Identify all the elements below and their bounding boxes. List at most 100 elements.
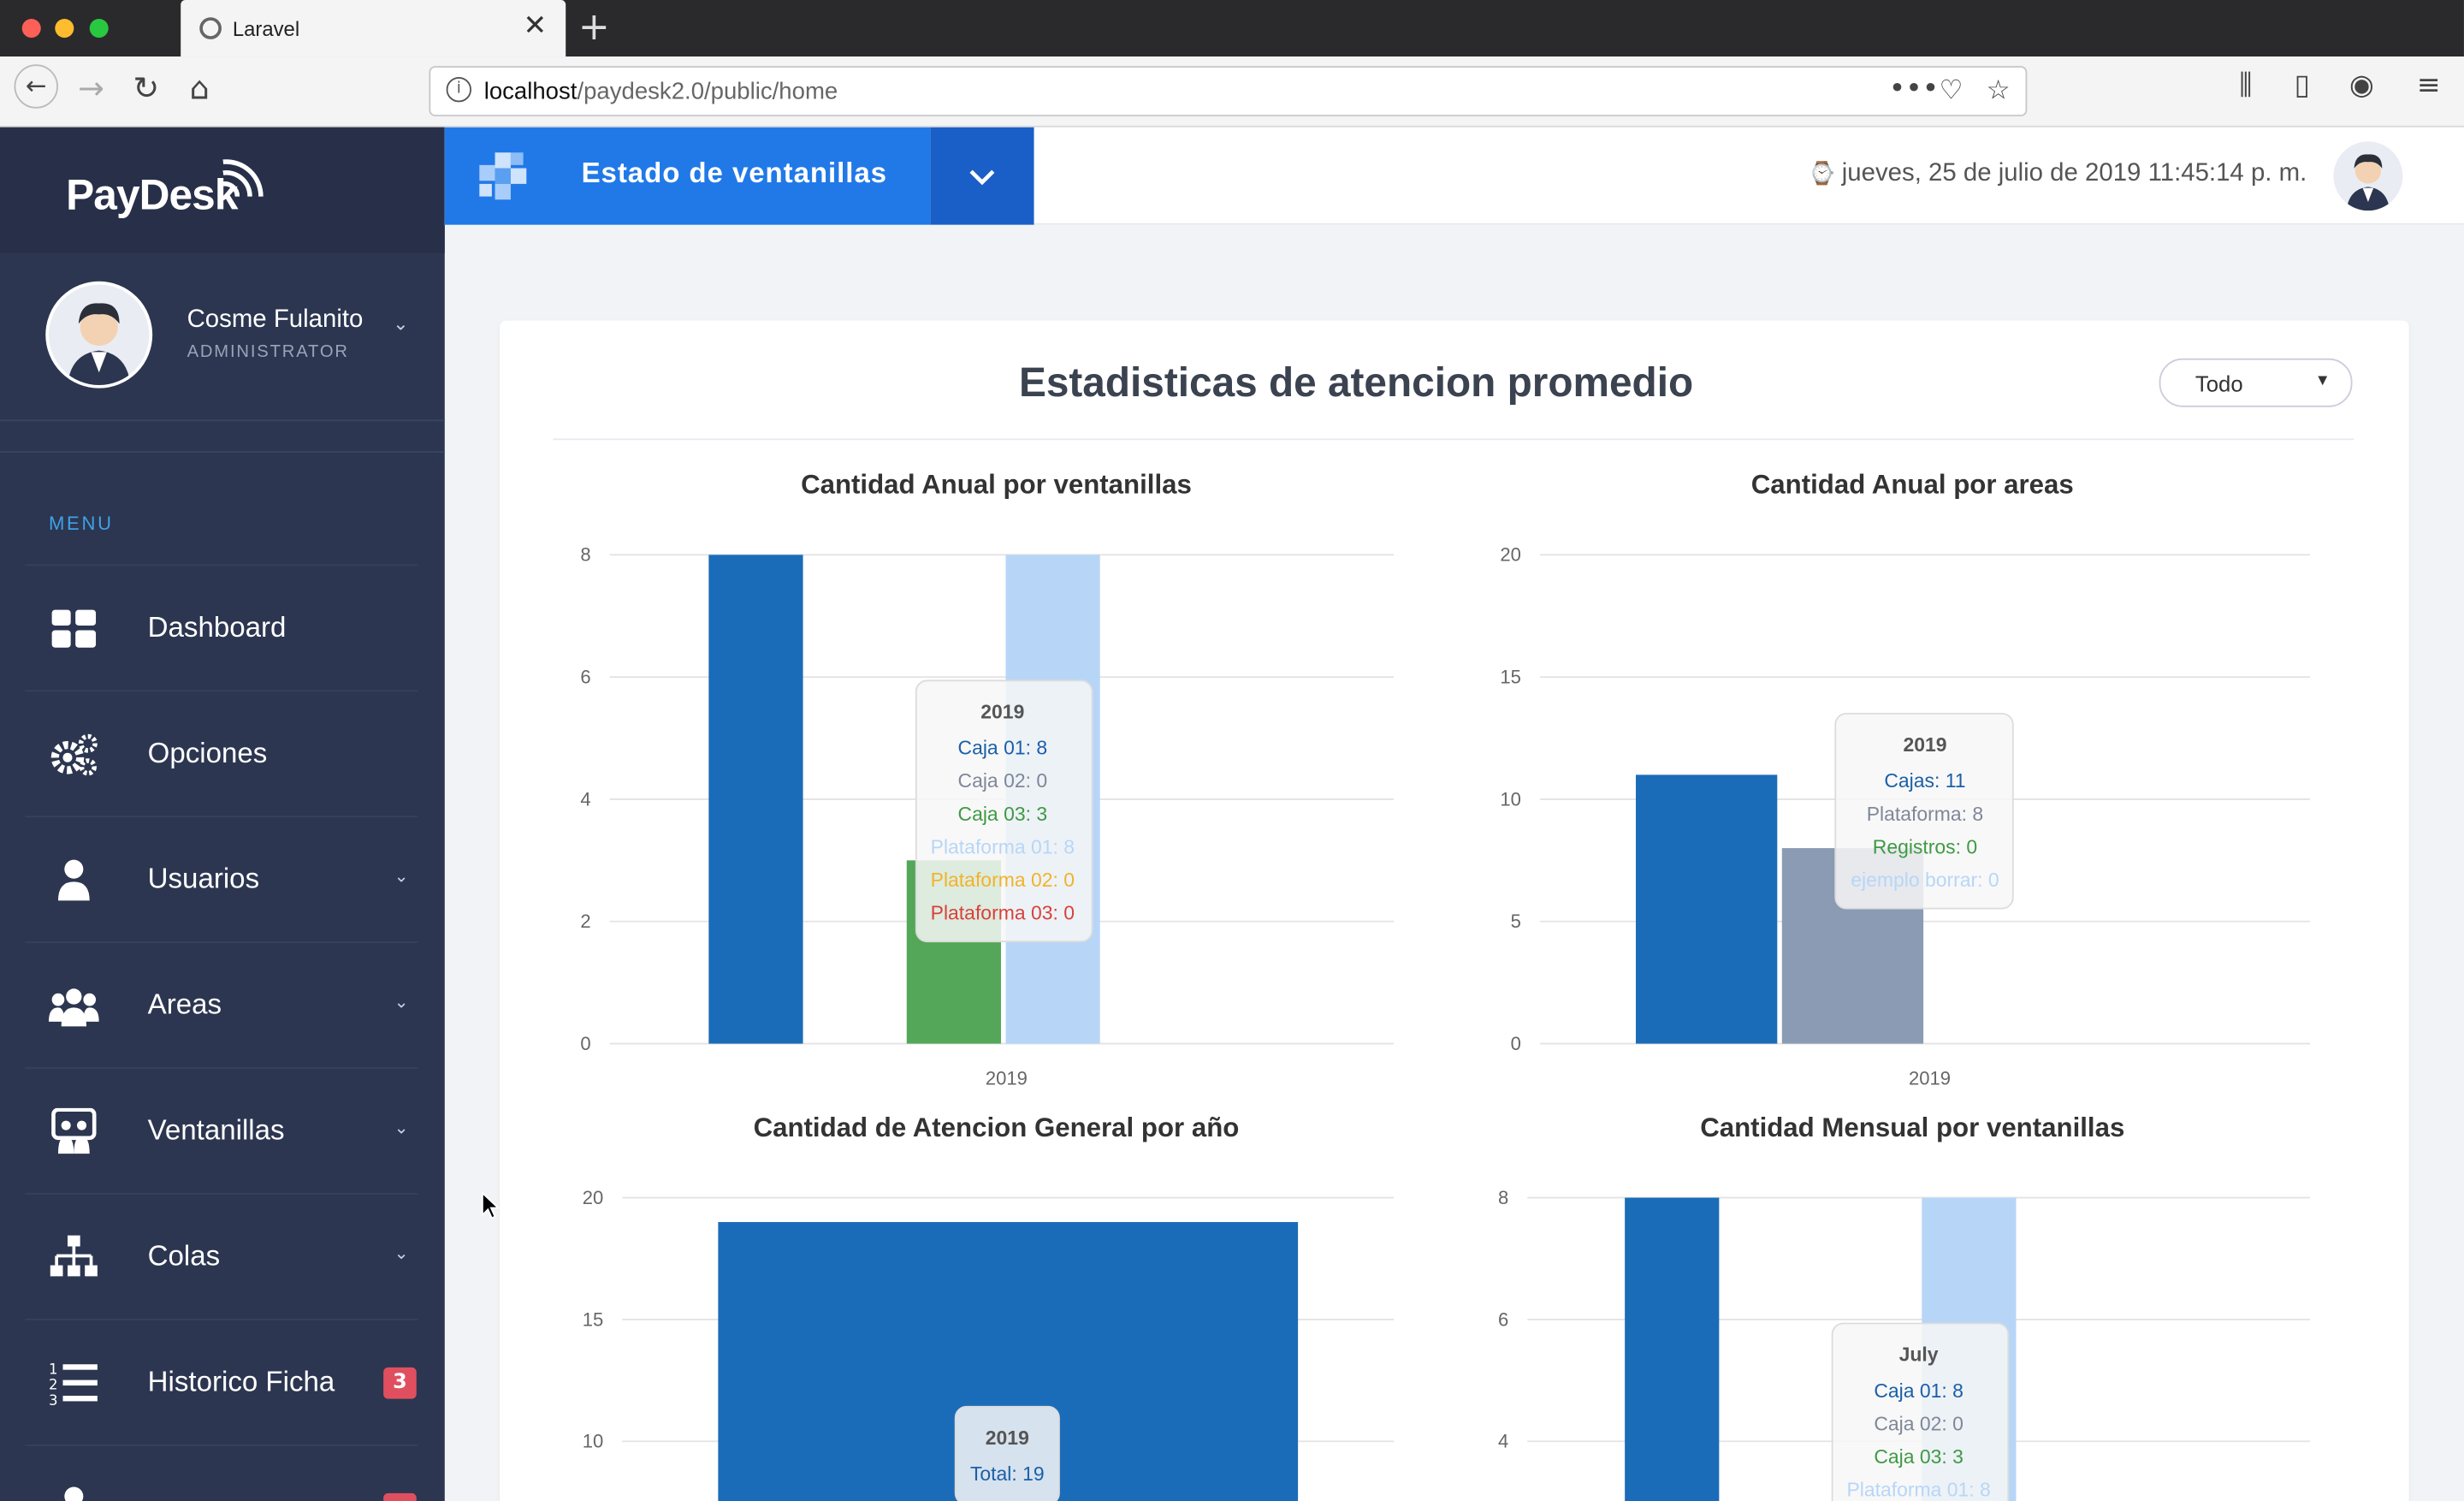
site-info-icon[interactable]: i (446, 76, 472, 103)
pocket-icon[interactable]: ♡ (1939, 75, 1963, 107)
tooltip-header: 2019 (980, 700, 1024, 722)
tooltip-line: Cajas: 11 (1884, 769, 1965, 792)
chart-title: Cantidad Mensual por ventanillas (1700, 1112, 2124, 1142)
sidebar-item-partial[interactable] (25, 1444, 418, 1501)
gears-icon (50, 733, 98, 776)
tooltip-line: Caja 01: 8 (958, 737, 1048, 759)
tooltip-line: Caja 03: 3 (1874, 1445, 1964, 1468)
users-group-icon (48, 988, 99, 1027)
chevron-down-icon[interactable]: ⌄ (393, 313, 408, 335)
sidebar-toggle-icon[interactable]: ▯ (2295, 69, 2310, 103)
topbar: Estado de ventanillas ⌚ jueves, 25 de ju… (444, 127, 2464, 225)
user-role: ADMINISTRATOR (187, 342, 349, 362)
chevron-down-icon: ⌄ (394, 866, 409, 887)
y-tick-label: 20 (583, 1187, 604, 1208)
sidebar-item-dashboard[interactable]: Dashboard (25, 564, 418, 690)
menu-hamburger-icon[interactable]: ≡ (2417, 69, 2441, 103)
sidebar-item-label: Dashboard (147, 611, 287, 644)
home-icon[interactable]: ⌂ (179, 69, 220, 107)
maximize-window-icon[interactable] (89, 19, 109, 39)
x-tick-label: 2019 (1909, 1067, 1951, 1089)
sidebar-item-historico-ficha[interactable]: 123 Historico Ficha 3 (25, 1318, 418, 1445)
mouse-cursor-icon (481, 1191, 500, 1219)
bookmark-star-icon[interactable]: ☆ (1987, 75, 2011, 107)
y-tick-label: 4 (1498, 1431, 1508, 1452)
y-tick-label: 6 (580, 667, 590, 688)
url-bar[interactable]: i localhost/paydesk2.0/public/home ••• ♡… (429, 66, 2028, 116)
user-icon (57, 859, 90, 901)
forward-arrow-icon[interactable]: → (71, 69, 112, 107)
account-icon[interactable]: ◉ (2349, 69, 2374, 103)
tab-title: Laravel (232, 17, 300, 41)
page-header: Estado de ventanillas (444, 127, 931, 225)
svg-text:1: 1 (49, 1361, 58, 1377)
caret-down-icon: ▼ (2314, 372, 2331, 390)
y-tick-label: 8 (1498, 1187, 1508, 1208)
card-title: Estadisticas de atencion promedio (1018, 358, 1694, 406)
library-icon[interactable]: ⫼ (2239, 69, 2252, 103)
close-window-icon[interactable] (21, 19, 41, 39)
divider (553, 438, 2354, 441)
bar-caja-01 (1625, 1197, 1720, 1501)
more-actions-icon[interactable]: ••• (1889, 72, 1940, 105)
back-arrow-icon[interactable]: ← (14, 64, 58, 109)
y-tick-label: 10 (1500, 788, 1521, 810)
browser-tab[interactable]: Laravel ✕ (181, 0, 566, 57)
tooltip-header: 2019 (986, 1427, 1029, 1449)
window-icon (51, 1107, 97, 1154)
chevron-down-icon: ⌄ (394, 991, 409, 1012)
tooltip-line: Plataforma: 8 (1867, 803, 1983, 825)
sidebar-item-label: Ventanillas (147, 1114, 285, 1146)
sidebar-item-label: Historico Ficha (147, 1366, 335, 1397)
dashboard-grid-icon (51, 609, 97, 648)
y-tick-label: 8 (580, 544, 590, 566)
browser-titlebar: Laravel ✕ + (0, 0, 2464, 57)
chart-areas-anual: Cantidad Anual por areas 0 5 10 15 20 2019 2019… (1500, 470, 2310, 1089)
year-filter-select[interactable]: Todo ▼ (2159, 358, 2353, 407)
y-tick-label: 4 (580, 788, 590, 810)
brand[interactable]: PayDesk (0, 127, 445, 253)
divider (0, 451, 445, 453)
bell-icon (64, 1486, 84, 1501)
sidebar-item-ventanillas[interactable]: Ventanillas ⌄ (25, 1067, 418, 1193)
avatar[interactable] (2333, 141, 2403, 211)
y-tick-label: 10 (583, 1431, 604, 1452)
sidebar-item-colas[interactable]: Colas ⌄ (25, 1193, 418, 1319)
datetime-text: ⌚ jueves, 25 de julio de 2019 11:45:14 p… (1808, 160, 2307, 187)
new-tab-button[interactable]: + (578, 5, 610, 49)
reload-icon[interactable]: ↻ (126, 69, 167, 107)
sidebar-item-usuarios[interactable]: Usuarios ⌄ (25, 816, 418, 941)
y-tick-label: 15 (1500, 667, 1521, 688)
chart-ventanillas-anual: Cantidad Anual por ventanillas 0 2 4 6 8 2019 2… (580, 470, 1395, 1089)
minimize-window-icon[interactable] (55, 19, 74, 39)
tooltip-box (954, 1405, 1060, 1501)
y-tick-label: 2 (580, 911, 590, 932)
notification-badge (383, 1492, 417, 1501)
tooltip-line: Caja 01: 8 (1874, 1379, 1964, 1402)
browser-navbar: ← → ↻ ⌂ i localhost/paydesk2.0/public/ho… (0, 56, 2464, 128)
y-tick-label: 0 (580, 1033, 590, 1054)
tooltip-header: July (1899, 1344, 1939, 1366)
y-tick-label: 0 (1511, 1033, 1521, 1054)
user-name: Cosme Fulanito (187, 306, 364, 334)
sitemap-icon (50, 1235, 98, 1277)
sidebar-item-areas[interactable]: Areas ⌄ (25, 941, 418, 1067)
tooltip-line: Plataforma 03: 0 (931, 901, 1075, 923)
y-tick-label: 20 (1500, 544, 1521, 566)
watch-icon: ⌚ (1808, 160, 1842, 186)
tooltip-line: Registros: 0 (1873, 835, 1977, 857)
sidebar-item-opciones[interactable]: Opciones (25, 690, 418, 816)
chart-title: Cantidad Anual por ventanillas (801, 470, 1192, 500)
x-tick-label: 2019 (986, 1067, 1028, 1089)
sidebar-item-label: Colas (147, 1240, 221, 1272)
y-tick-label: 6 (1498, 1308, 1508, 1330)
close-tab-icon[interactable]: ✕ (523, 9, 547, 43)
user-panel[interactable]: Cosme Fulanito ADMINISTRATOR ⌄ (0, 253, 445, 422)
url-text: localhost/paydesk2.0/public/home (483, 78, 838, 106)
title-dropdown-button[interactable] (930, 127, 1034, 225)
svg-text:2: 2 (49, 1377, 58, 1393)
sidebar-item-label: Areas (147, 988, 222, 1021)
menu-label: MENU (48, 512, 114, 535)
sidebar-item-label: Usuarios (147, 863, 260, 895)
tooltip-line: Plataforma 01: 8 (1846, 1479, 1990, 1501)
